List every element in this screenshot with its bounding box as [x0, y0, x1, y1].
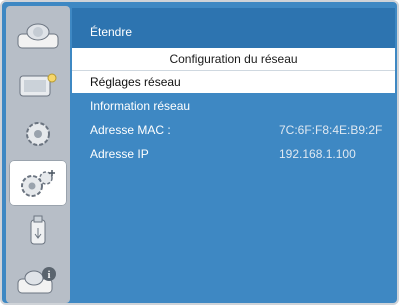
menu-item-label: Réglages réseau [90, 75, 181, 89]
menu-item-label: Information réseau [90, 99, 191, 113]
sidebar-item-display[interactable] [9, 62, 67, 108]
usb-media-icon [30, 215, 46, 245]
sidebar-item-setup[interactable] [9, 111, 67, 157]
menu-item-network-info[interactable]: Information réseau [72, 95, 395, 117]
ip-address-row: Adresse IP 192.168.1.100 [72, 143, 395, 165]
menu-panel: Étendre Configuration du réseau Réglages… [72, 8, 395, 301]
mac-address-row: Adresse MAC : 7C:6F:F8:4E:B9:2F [72, 119, 395, 141]
extend-gears-icon [21, 170, 55, 197]
sidebar: i [6, 6, 70, 303]
mac-address-label: Adresse MAC : [90, 123, 171, 137]
ip-address-value: 192.168.1.100 [279, 147, 356, 161]
sidebar-item-info[interactable]: i [9, 258, 67, 303]
setup-gear-icon [26, 122, 50, 146]
section-title: Configuration du réseau [169, 52, 298, 66]
svg-text:i: i [48, 270, 51, 281]
image-settings-icon [17, 23, 59, 49]
mac-address-value: 7C:6F:F8:4E:B9:2F [279, 123, 383, 137]
display-settings-icon [19, 73, 57, 97]
page-title: Étendre [90, 25, 133, 39]
ip-address-label: Adresse IP [90, 147, 149, 161]
sidebar-item-usb[interactable] [9, 209, 67, 255]
sidebar-item-image[interactable] [9, 13, 67, 59]
title-bar: Étendre [72, 8, 395, 48]
sidebar-item-extend[interactable] [9, 160, 67, 206]
info-icon: i [17, 267, 56, 294]
osd-window: i Étendre Configuration du réseau Réglag… [0, 0, 399, 305]
section-header: Configuration du réseau [72, 48, 395, 71]
menu-item-network-settings[interactable]: Réglages réseau [72, 71, 395, 93]
